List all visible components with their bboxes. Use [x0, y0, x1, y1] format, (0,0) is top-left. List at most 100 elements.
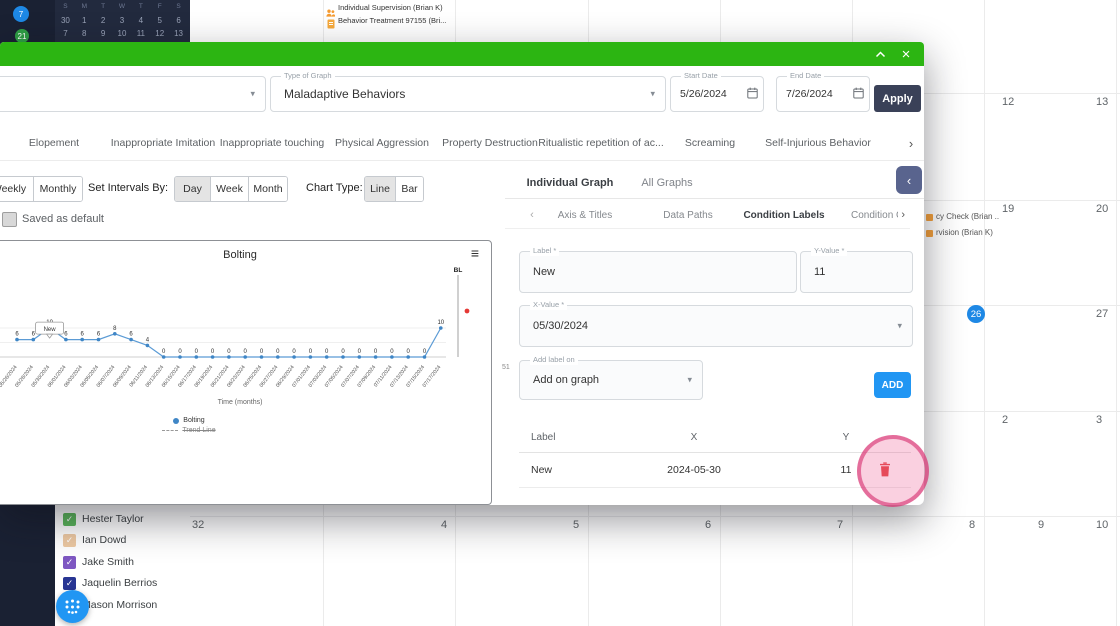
client-checkbox[interactable]: ✓	[63, 513, 76, 526]
notification-badge[interactable]: 7	[13, 6, 29, 22]
day-number[interactable]: 5	[573, 519, 579, 531]
mini-day[interactable]: 2	[94, 14, 113, 27]
svg-text:6: 6	[64, 332, 68, 338]
day-number[interactable]: 27	[1096, 308, 1108, 320]
tab-inappropriate-touching[interactable]: Inappropriate touching	[220, 126, 325, 160]
mini-day[interactable]: 11	[131, 27, 150, 40]
x-value-select[interactable]: X-Value * 05/30/2024 ▾	[519, 305, 913, 347]
tab-property-destruction[interactable]: Property Destruction	[442, 126, 538, 160]
mini-day[interactable]: 10	[113, 27, 132, 40]
collapse-panel-button[interactable]: ‹	[896, 166, 922, 194]
interval-month-button[interactable]: Month	[248, 177, 287, 201]
messenger-button[interactable]	[56, 590, 89, 623]
mini-day[interactable]: 8	[75, 27, 94, 40]
close-button[interactable]: ×	[896, 44, 916, 64]
behavior-chart[interactable]: 6610666864000000000000000001005/26/20240…	[0, 261, 487, 413]
calendar-event[interactable]: Individual Supervision (Brian K)	[338, 3, 456, 12]
day-number[interactable]: 20	[1096, 203, 1108, 215]
interval-week-button[interactable]: Week	[210, 177, 248, 201]
client-checkbox[interactable]: ✓	[63, 556, 76, 569]
client-row[interactable]: ✓ Ian Dowd	[63, 532, 126, 548]
notification-badge[interactable]: 21	[15, 29, 29, 43]
mini-day[interactable]: 9	[94, 27, 113, 40]
day-number[interactable]: 13	[1096, 96, 1108, 108]
day-number[interactable]: 2	[1002, 414, 1008, 426]
calendar-event[interactable]: rvision (Brian K)	[936, 228, 993, 237]
day-number[interactable]: 6	[705, 519, 711, 531]
mini-day[interactable]: 6	[169, 14, 188, 27]
minimize-button[interactable]	[870, 44, 890, 64]
client-checkbox[interactable]: ✓	[63, 577, 76, 590]
mini-day[interactable]: 7	[56, 27, 75, 40]
chart-menu-icon[interactable]: ≡	[471, 245, 479, 261]
table-header-row: Label X Y	[519, 424, 911, 453]
svg-text:BL: BL	[454, 267, 463, 274]
mini-day[interactable]: 13	[169, 27, 188, 40]
calendar-event[interactable]: cy Check (Brian ..	[936, 212, 999, 221]
chevron-down-icon: ▾	[897, 321, 902, 332]
label-input[interactable]: Label * New	[519, 251, 797, 293]
tab-self-injurious-behavior[interactable]: Self-Injurious Behavior	[765, 126, 871, 160]
calendar-icon[interactable]	[747, 87, 758, 101]
day-number[interactable]: 8	[969, 519, 975, 531]
tab-ritualistic-repetition[interactable]: Ritualistic repetition of ac...	[538, 126, 663, 160]
weekly-button[interactable]: Weekly	[0, 177, 33, 201]
client-select[interactable]: ▾	[0, 76, 266, 112]
legend-item[interactable]: Bolting	[183, 417, 204, 424]
day-number[interactable]: 10	[1096, 519, 1108, 531]
day-number[interactable]: 12	[1002, 96, 1014, 108]
subtab-axis-titles[interactable]: Axis & Titles	[558, 202, 612, 228]
svg-text:6: 6	[97, 332, 101, 338]
svg-text:0: 0	[358, 349, 362, 355]
column-header: Label	[531, 424, 555, 452]
chevron-right-icon[interactable]: ›	[909, 126, 913, 160]
end-date-field[interactable]: End Date 7/26/2024	[776, 76, 870, 112]
day-number[interactable]: 7	[837, 519, 843, 531]
tab-elopement[interactable]: Elopement	[29, 126, 79, 160]
mini-day[interactable]: 1	[75, 14, 94, 27]
start-date-field[interactable]: Start Date 5/26/2024	[670, 76, 764, 112]
chart-type-line-button[interactable]: Line	[365, 177, 395, 201]
add-label-on-select[interactable]: Add label on Add on graph ▾	[519, 360, 703, 400]
mini-day[interactable]: 4	[131, 14, 150, 27]
svg-text:6: 6	[81, 332, 85, 338]
apply-button[interactable]: Apply	[874, 85, 921, 112]
y-value-input[interactable]: Y-Value * 11	[800, 251, 913, 293]
calendar-icon[interactable]	[853, 87, 864, 101]
mini-weekday: S	[169, 1, 188, 14]
selected-day-badge[interactable]: 26	[967, 305, 985, 323]
subtab-data-paths[interactable]: Data Paths	[663, 202, 712, 228]
day-number[interactable]: 19	[1002, 203, 1014, 215]
tab-screaming[interactable]: Screaming	[685, 126, 735, 160]
client-row[interactable]: ✓ Hester Taylor	[63, 511, 144, 527]
client-row[interactable]: ✓ Jake Smith	[63, 554, 134, 570]
saved-default-checkbox[interactable]	[2, 212, 17, 227]
field-value: 5/26/2024	[680, 77, 727, 111]
day-number[interactable]: 3	[1096, 414, 1102, 426]
mini-day[interactable]: 3	[113, 14, 132, 27]
messenger-icon	[63, 597, 82, 616]
calendar-event[interactable]: Behavior Treatment 97155 (Bri...	[338, 16, 456, 25]
graph-type-select[interactable]: Type of Graph Maladaptive Behaviors ▾	[270, 76, 666, 112]
tab-all-graphs[interactable]: All Graphs	[641, 168, 692, 198]
client-row[interactable]: ✓ Jaquelin Berrios	[63, 575, 157, 591]
chevron-left-icon[interactable]: ‹	[530, 202, 534, 228]
subtab-condition-changes[interactable]: Condition C	[851, 202, 903, 228]
tab-inappropriate-imitation[interactable]: Inappropriate Imitation	[111, 126, 215, 160]
chart-type-bar-button[interactable]: Bar	[395, 177, 423, 201]
mini-calendar[interactable]: SMTWTFS3012345678910111213	[56, 1, 188, 42]
day-number[interactable]: 9	[1038, 519, 1044, 531]
tab-individual-graph[interactable]: Individual Graph	[527, 168, 614, 198]
mini-day[interactable]: 12	[150, 27, 169, 40]
tab-physical-aggression[interactable]: Physical Aggression	[335, 126, 429, 160]
interval-day-button[interactable]: Day	[175, 177, 210, 201]
day-number[interactable]: 4	[441, 519, 447, 531]
chevron-right-icon[interactable]: ›	[898, 202, 905, 228]
monthly-button[interactable]: Monthly	[33, 177, 82, 201]
client-checkbox[interactable]: ✓	[63, 534, 76, 547]
subtab-condition-labels[interactable]: Condition Labels	[743, 202, 824, 228]
mini-day[interactable]: 30	[56, 14, 75, 27]
legend-item-hidden[interactable]: Trend Line	[182, 427, 215, 434]
mini-day[interactable]: 5	[150, 14, 169, 27]
add-button[interactable]: ADD	[874, 372, 911, 398]
